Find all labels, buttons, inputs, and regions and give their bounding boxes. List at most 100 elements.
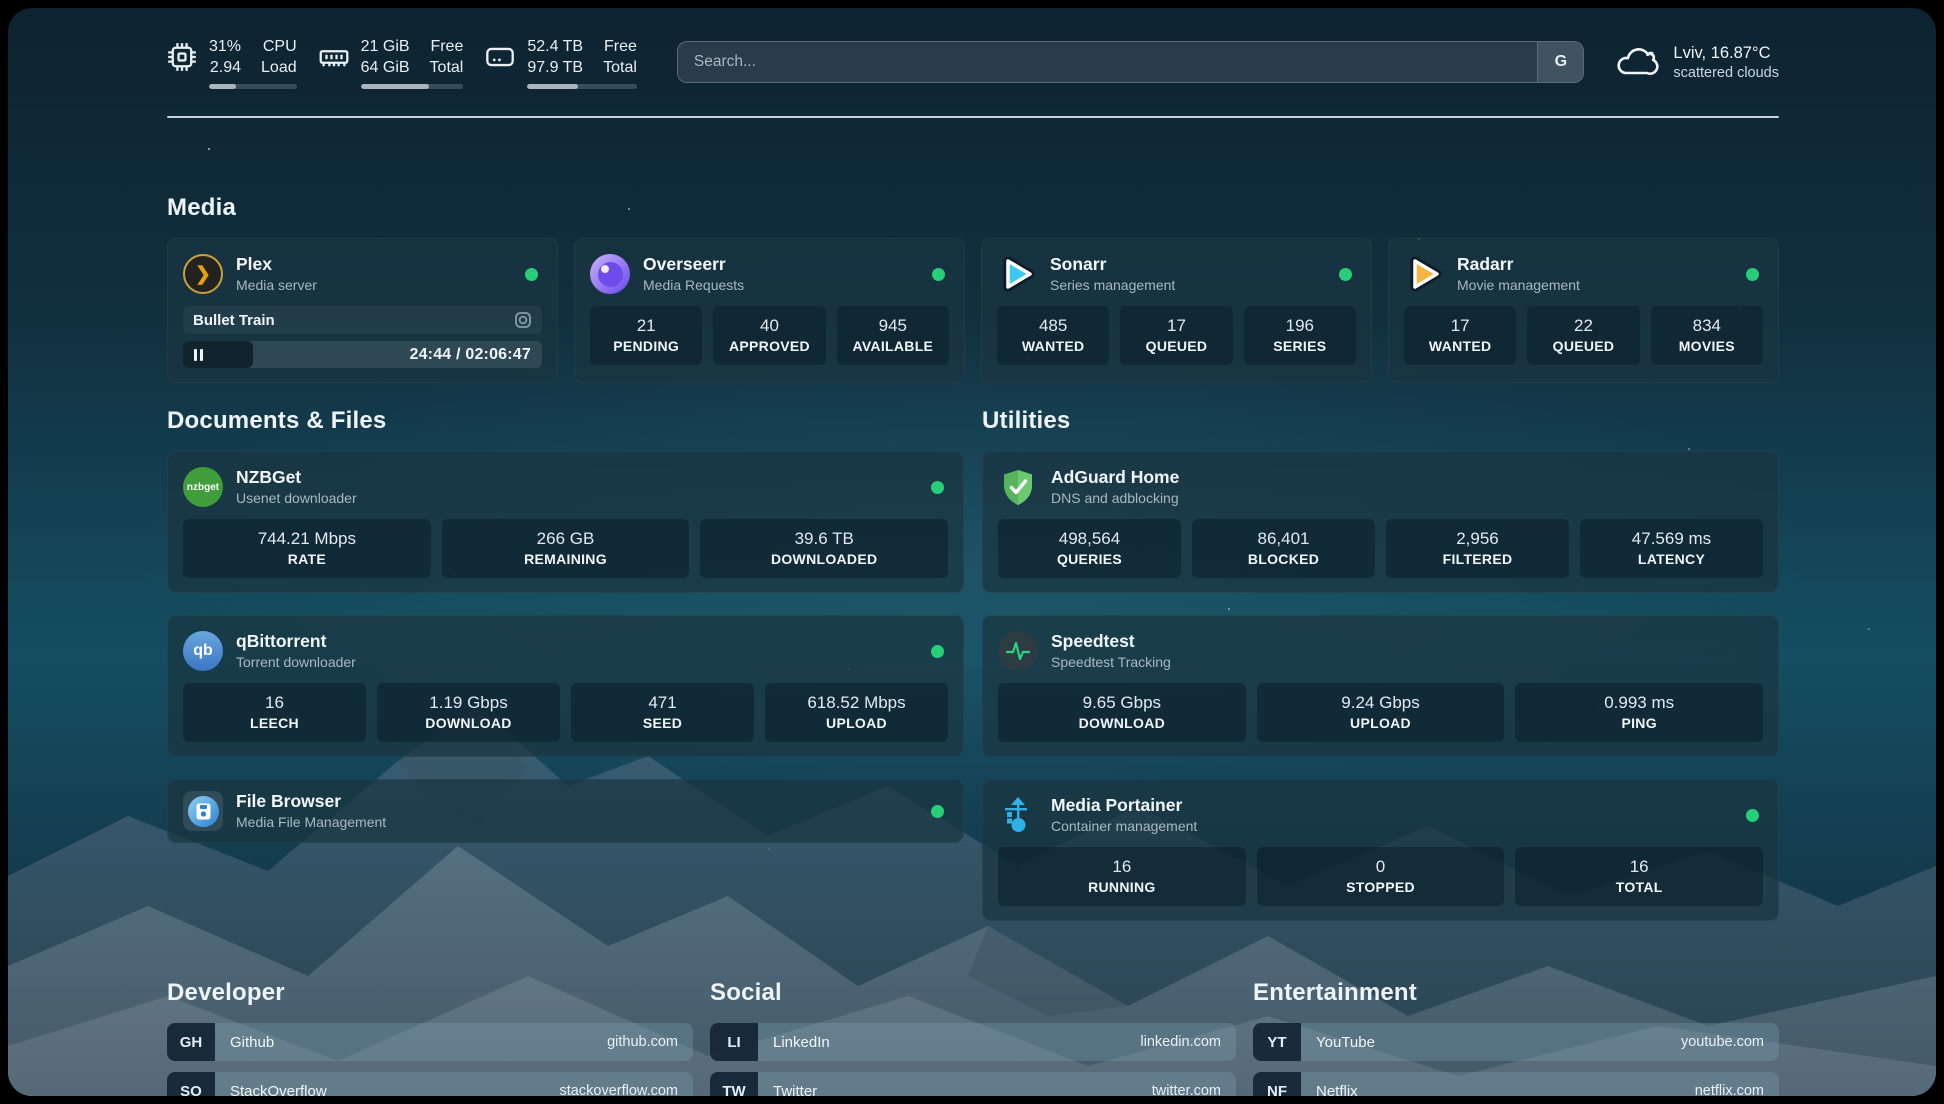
stat-value: 744.21 Mbps (189, 527, 425, 550)
entertainment-links: YT YouTubeyoutube.com NF Netflixnetflix.… (1253, 1023, 1779, 1096)
nzbget-icon: nzbget (183, 467, 223, 507)
stat-label: MOVIES (1657, 337, 1757, 356)
app-card-overseerr[interactable]: Overseerr Media Requests 21 PENDING 40 A… (574, 238, 965, 383)
stat-value: 9.65 Gbps (1004, 691, 1240, 714)
documents-column: nzbget NZBGet Usenet downloader 744.21 M… (167, 451, 964, 843)
app-desc: Usenet downloader (236, 489, 918, 508)
stat-tile: 0 STOPPED (1257, 847, 1505, 906)
stat-label: TOTAL (1521, 878, 1757, 897)
stat-tile: 196 SERIES (1244, 306, 1356, 365)
app-desc: Series management (1050, 276, 1326, 295)
cloud-icon (1614, 44, 1660, 80)
cpu-usage-value: 31% (209, 36, 241, 57)
stat-tile: 834 MOVIES (1651, 306, 1763, 365)
app-card-filebrowser[interactable]: File Browser Media File Management (167, 779, 964, 843)
stat-value: 21 (596, 314, 696, 337)
app-card-nzbget[interactable]: nzbget NZBGet Usenet downloader 744.21 M… (167, 451, 964, 593)
app-card-radarr[interactable]: Radarr Movie management 17 WANTED 22 QUE… (1388, 238, 1779, 383)
stat-label: QUERIES (1004, 550, 1175, 569)
utilities-column: AdGuard Home DNS and adblocking 498,564 … (982, 451, 1779, 921)
stat-value: 16 (189, 691, 360, 714)
stat-tile: 945 AVAILABLE (837, 306, 949, 365)
ram-progress-bar (361, 84, 464, 89)
app-card-sonarr[interactable]: Sonarr Series management 485 WANTED 17 Q… (981, 238, 1372, 383)
stat-label: PENDING (596, 337, 696, 356)
stat-label: SERIES (1250, 337, 1350, 356)
overseerr-icon (590, 254, 630, 294)
stat-tile: 21 PENDING (590, 306, 702, 365)
stat-value: 39.6 TB (706, 527, 942, 550)
status-dot (1746, 809, 1759, 822)
stat-tile: 39.6 TB DOWNLOADED (700, 519, 948, 578)
cpu-icon (167, 42, 197, 72)
app-card-qbittorrent[interactable]: qb qBittorrent Torrent downloader 16 LEE… (167, 615, 964, 757)
app-card-speedtest[interactable]: Speedtest Speedtest Tracking 9.65 Gbps D… (982, 615, 1779, 757)
stat-label: BLOCKED (1198, 550, 1369, 569)
link-stackoverflow[interactable]: SO StackOverflowstackoverflow.com (167, 1072, 693, 1096)
stat-tile: 0.993 ms PING (1515, 683, 1763, 742)
stat-value: 22 (1533, 314, 1633, 337)
now-playing-title: Bullet Train (193, 312, 275, 329)
stat-tile: 9.24 Gbps UPLOAD (1257, 683, 1505, 742)
disk-progress-bar (527, 84, 637, 89)
stat-tile: 9.65 Gbps DOWNLOAD (998, 683, 1246, 742)
link-name: YouTube (1316, 1034, 1375, 1051)
link-name: Github (230, 1034, 274, 1051)
link-abbr: NF (1253, 1072, 1301, 1096)
status-dot (525, 268, 538, 281)
app-name: File Browser (236, 790, 918, 813)
stat-tile: 47.569 ms LATENCY (1580, 519, 1763, 578)
stat-tile: 16 TOTAL (1515, 847, 1763, 906)
disk-free-value: 52.4 TB (527, 36, 583, 57)
weather-widget: Lviv, 16.87°C scattered clouds (1614, 42, 1779, 83)
search-input[interactable] (678, 53, 1538, 71)
stat-label: AVAILABLE (843, 337, 943, 356)
stat-value: 196 (1250, 314, 1350, 337)
stat-label: DOWNLOADED (706, 550, 942, 569)
app-card-portainer[interactable]: Media Portainer Container management 16 … (982, 779, 1779, 921)
app-card-plex[interactable]: ❯ Plex Media server Bullet Train (167, 238, 558, 383)
stat-value: 485 (1003, 314, 1103, 337)
link-youtube[interactable]: YT YouTubeyoutube.com (1253, 1023, 1779, 1061)
link-abbr: SO (167, 1072, 215, 1096)
weather-location-temp: Lviv, 16.87°C (1673, 42, 1779, 64)
stat-tile: 40 APPROVED (713, 306, 825, 365)
playback-progress-bar: 24:44 / 02:06:47 (183, 341, 542, 368)
stat-value: 16 (1521, 855, 1757, 878)
disk-total-label: Total (603, 57, 637, 78)
stat-value: 9.24 Gbps (1263, 691, 1499, 714)
link-github[interactable]: GH Githubgithub.com (167, 1023, 693, 1061)
stat-tile: 16 RUNNING (998, 847, 1246, 906)
stat-value: 618.52 Mbps (771, 691, 942, 714)
app-name: qBittorrent (236, 630, 918, 653)
link-name: Twitter (773, 1083, 817, 1097)
search-engine-button[interactable]: G (1537, 42, 1583, 82)
link-name: StackOverflow (230, 1083, 327, 1097)
section-title-social: Social (710, 979, 1236, 1007)
media-cards-row: ❯ Plex Media server Bullet Train (167, 238, 1779, 383)
stat-value: 17 (1410, 314, 1510, 337)
stat-label: REMAINING (448, 550, 684, 569)
link-netflix[interactable]: NF Netflixnetflix.com (1253, 1072, 1779, 1096)
qbittorrent-icon: qb (183, 631, 223, 671)
stat-label: DOWNLOAD (1004, 714, 1240, 733)
ram-widget: 21 GiB 64 GiB Free Total (319, 36, 464, 89)
stat-value: 40 (719, 314, 819, 337)
app-card-adguard[interactable]: AdGuard Home DNS and adblocking 498,564 … (982, 451, 1779, 593)
stat-value: 2,956 (1392, 527, 1563, 550)
stat-label: UPLOAD (771, 714, 942, 733)
link-twitter[interactable]: TW Twittertwitter.com (710, 1072, 1236, 1096)
stat-tile: 471 SEED (571, 683, 754, 742)
stat-tile: 618.52 Mbps UPLOAD (765, 683, 948, 742)
stat-label: FILTERED (1392, 550, 1563, 569)
stat-value: 0 (1263, 855, 1499, 878)
dashboard-window: 31% 2.94 CPU Load (8, 8, 1936, 1096)
stat-value: 16 (1004, 855, 1240, 878)
app-name: Speedtest (1051, 630, 1763, 653)
app-desc: Speedtest Tracking (1051, 653, 1763, 672)
stat-value: 834 (1657, 314, 1757, 337)
link-url: twitter.com (1152, 1083, 1221, 1096)
speedtest-icon (998, 631, 1038, 671)
link-linkedin[interactable]: LI LinkedInlinkedin.com (710, 1023, 1236, 1061)
weather-condition: scattered clouds (1673, 64, 1779, 83)
